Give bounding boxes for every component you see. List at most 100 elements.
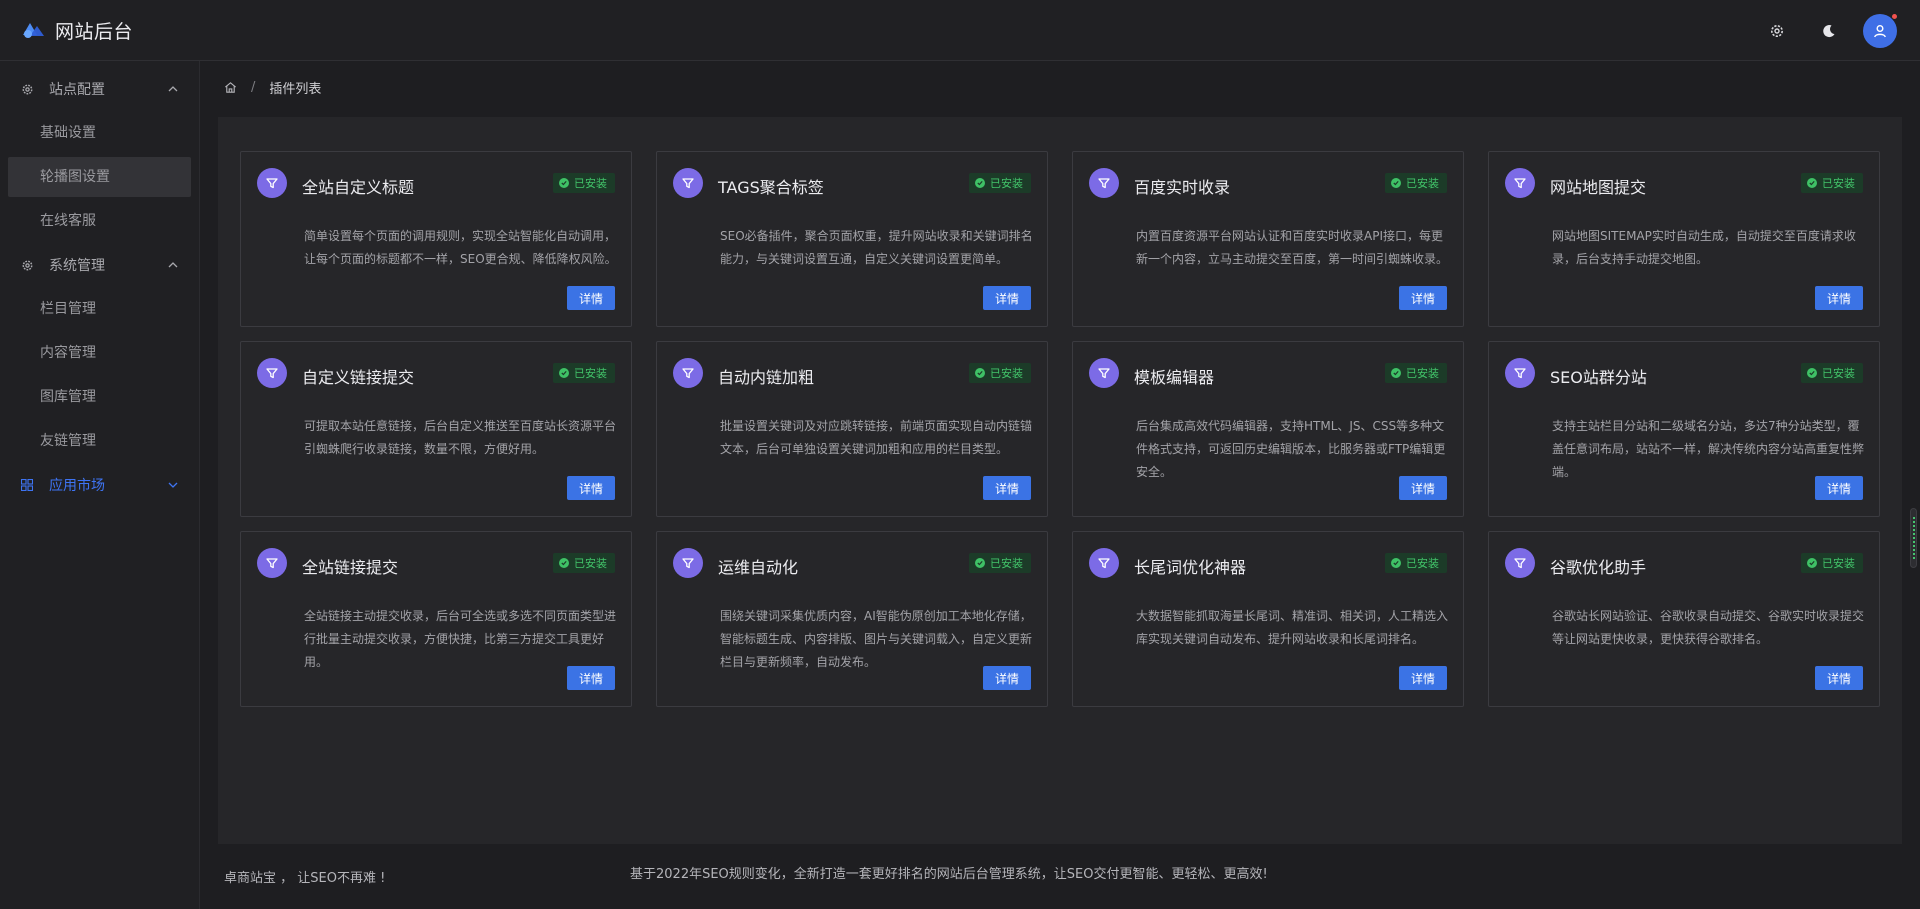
status-label: 已安装 [990,177,1023,190]
plugin-card: 网站地图提交 已安装 网站地图SITEMAP实时自动生成，自动提交至百度请求收录，后… [1488,151,1880,327]
brand[interactable]: 网站后台 [22,17,133,44]
filter-icon [1089,548,1119,578]
sidebar-item-carousel-settings[interactable]: 轮播图设置 [8,157,191,197]
plugin-description: SEO必备插件，聚合页面权重，提升网站收录和关键词排名能力，与关键词设置互通，自… [720,229,1033,266]
status-badge: 已安装 [1801,553,1863,573]
plugin-title: 谷歌优化助手 [1550,558,1647,577]
details-button[interactable]: 详情 [1815,286,1863,310]
sidebar-item-column-management[interactable]: 栏目管理 [0,287,199,331]
plugin-description: 批量设置关键词及对应跳转链接，前端页面实现自动内链锚文本，后台可单独设置关键词加… [720,419,1033,456]
filter-icon [673,358,703,388]
details-button[interactable]: 详情 [1399,666,1447,690]
check-circle-icon [975,368,985,378]
breadcrumb-current: 插件列表 [269,82,322,97]
settings-icon [1771,25,1783,37]
moon-icon [1823,25,1835,38]
plugin-title: 自动内链加粗 [718,368,815,387]
sidebar-group-label: 站点配置 [49,82,105,98]
details-button[interactable]: 详情 [1399,476,1447,500]
status-badge: 已安装 [1385,363,1447,383]
top-header: 网站后台 [0,0,1920,61]
sidebar-item-online-service[interactable]: 在线客服 [0,199,199,243]
status-badge: 已安装 [553,363,615,383]
details-button[interactable]: 详情 [983,476,1031,500]
check-circle-icon [559,178,569,188]
details-button[interactable]: 详情 [567,476,615,500]
sidebar-group-label: 系统管理 [49,258,105,274]
plugin-description: 网站地图SITEMAP实时自动生成，自动提交至百度请求收录，后台支持手动提交地图… [1552,229,1856,266]
status-badge: 已安装 [969,553,1031,573]
sidebar-item-friend-links[interactable]: 友链管理 [0,419,199,463]
footer-slogan: 卓商站宝 ， 让SEO不再难 ! [224,871,386,886]
plugin-card: 全站自定义标题 已安装 简单设置每个页面的调用规则，实现全站智能化自动调用，让每个页… [240,151,632,327]
sidebar-item-content-management[interactable]: 内容管理 [0,331,199,375]
plugin-card: 自定义链接提交 已安装 可提取本站任意链接，后台自定义推送至百度站长资源平台引蜘蛛爬… [240,341,632,517]
plugin-title: 网站地图提交 [1550,178,1647,197]
sidebar-item-basic-settings[interactable]: 基础设置 [0,111,199,155]
status-label: 已安装 [990,557,1023,570]
gear-icon [20,258,34,272]
details-button[interactable]: 详情 [983,666,1031,690]
details-button[interactable]: 详情 [983,286,1031,310]
filter-icon [257,358,287,388]
status-label: 已安装 [574,367,607,380]
settings-button[interactable] [1760,14,1794,48]
floating-scroll-handle[interactable] [1910,508,1917,568]
details-button[interactable]: 详情 [567,286,615,310]
filter-icon [1505,168,1535,198]
status-label: 已安装 [574,177,607,190]
details-button[interactable]: 详情 [1815,476,1863,500]
breadcrumb-separator: / [251,80,256,95]
plugin-card: TAGS聚合标签 已安装 SEO必备插件，聚合页面权重，提升网站收录和关键词排名能力… [656,151,1048,327]
plugin-title: 运维自动化 [718,558,799,577]
sidebar-item-gallery-management[interactable]: 图库管理 [0,375,199,419]
plugin-card: 自动内链加粗 已安装批量设置关键词及对应跳转链接，前端页面实现自动内链锚文本，后台… [656,341,1048,517]
plugin-description: 围绕关键词采集优质内容，AI智能伪原创加工本地化存储，智能标题生成、内容排版、图… [720,609,1033,669]
status-badge: 已安装 [969,363,1031,383]
plugin-description: 支持主站栏目分站和二级域名分站，多达7种分站类型，覆盖任意词布局，站站不一样，解… [1552,419,1865,479]
user-icon [1874,25,1886,38]
filter-icon [257,548,287,578]
notification-dot [1891,13,1898,20]
details-button[interactable]: 详情 [1399,286,1447,310]
filter-icon [1505,548,1535,578]
logo-icon [23,23,44,38]
status-label: 已安装 [1822,557,1855,570]
plugin-card: 运维自动化 已安装围绕关键词采集优质内容，AI智能伪原创加工本地化存储，智能标题生… [656,531,1048,707]
chevron-down-icon [168,482,178,488]
status-badge: 已安装 [553,553,615,573]
plugin-card: 百度实时收录 已安装 内置百度资源平台网站认证和百度实时收录API接口，每更新一个内… [1072,151,1464,327]
plugin-card: 长尾词优化神器 已安装 大数据智能抓取海量长尾词、精准词、相关词，人工精选入库实现关… [1072,531,1464,707]
sidebar-group-system-management[interactable]: 系统管理 [0,243,199,287]
theme-toggle-button[interactable] [1812,14,1846,48]
status-badge: 已安装 [1385,553,1447,573]
check-circle-icon [559,558,569,568]
sidebar-group-site-config[interactable]: 站点配置 [0,67,199,111]
plugin-title: 长尾词优化神器 [1134,558,1247,577]
plugin-description: 后台集成高效代码编辑器，支持HTML、JS、CSS等多种文件格式支持，可返回历史… [1136,419,1446,479]
status-label: 已安装 [1406,177,1439,190]
plugin-list-panel: 全站自定义标题 已安装 简单设置每个页面的调用规则，实现全站智能化自动调用，让每个页… [218,117,1902,844]
plugin-title: 全站自定义标题 [302,178,415,197]
details-button[interactable]: 详情 [567,666,615,690]
filter-icon [673,168,703,198]
plugin-card: SEO站群分站 已安装 支持主站栏目分站和二级域名分站，多达7种分站类型，覆盖任意词… [1488,341,1880,517]
plugin-card: 模板编辑器 已安装 后台集成高效代码编辑器，支持HTML、JS、CSS等多种文件格式… [1072,341,1464,517]
status-label: 已安装 [574,557,607,570]
status-badge: 已安装 [969,173,1031,193]
sidebar-group-label: 应用市场 [49,478,105,494]
sidebar-group-app-market[interactable]: 应用市场 [0,463,199,507]
check-circle-icon [1807,558,1817,568]
user-avatar[interactable] [1863,13,1898,48]
filter-icon [1089,358,1119,388]
sidebar: 站点配置 基础设置 轮播图设置 在线客服 系统管理 栏目管理 内容管理 图库管理… [0,61,200,909]
check-circle-icon [975,558,985,568]
plugin-card: 谷歌优化助手 已安装 谷歌站长网站验证、谷歌收录自动提交、谷歌实时收录提交等让网站更… [1488,531,1880,707]
check-circle-icon [1391,558,1401,568]
filter-icon [673,548,703,578]
details-button[interactable]: 详情 [1815,666,1863,690]
home-icon[interactable] [224,81,237,94]
plugin-title: TAGS聚合标签 [718,178,824,197]
check-circle-icon [975,178,985,188]
plugin-title: 自定义链接提交 [302,368,415,387]
